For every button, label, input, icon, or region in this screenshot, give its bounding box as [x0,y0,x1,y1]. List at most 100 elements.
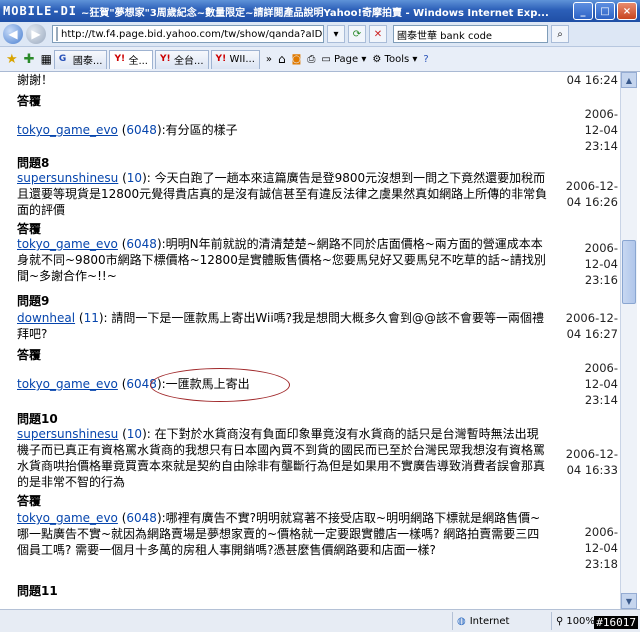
date-part: 23:16 [584,273,618,287]
answer-date: 2006- 12-04 23:16 [560,240,618,288]
refresh-icon[interactable]: ⟳ [348,25,366,43]
answer-line: tokyo_game_evo (6048):哪裡有廣告不實?明明就寫著不接受店取… [17,511,541,557]
search-input[interactable]: 國泰世華 bank code [393,25,548,43]
date-part: 23:18 [584,557,618,571]
answer-line: tokyo_game_evo (6048):有分區的樣子 [17,123,238,137]
user-rating-link[interactable]: 6048 [126,511,157,525]
answer-date: 2006- 12-04 23:18 [560,524,618,572]
answer-user-link[interactable]: tokyo_game_evo [17,511,118,525]
answer-label: 答覆 [17,494,42,508]
tab-label: 國泰... [72,56,103,67]
status-bar: ◍ Internet ⚲ 100% [0,609,640,632]
scroll-up-arrow-icon[interactable]: ▲ [621,72,637,88]
vertical-scrollbar[interactable]: ▲ ▼ [620,72,637,609]
home-icon[interactable]: ⌂ [278,52,286,66]
answer-line: tokyo_game_evo (6048):明明N年前就說的清清楚楚~網路不同於… [17,237,546,283]
tab-bar: ★ ✚ ▦ G 國泰... Y! 全... Y! 全台... Y! WII... » ⌂… [0,47,640,72]
date-part: 2006- [584,107,618,121]
question-heading: 問題8 [17,156,50,170]
date-part: 2006-12- [565,179,618,193]
user-rating-link[interactable]: 10 [127,427,142,441]
user-rating-link[interactable]: 6048 [126,237,157,251]
date-part: 2006- [584,241,618,255]
yahoo-icon: Y! [160,54,171,64]
page-menu[interactable]: ▭ Page ▾ [321,54,366,65]
date-part: 23:14 [584,139,618,153]
user-rating-link[interactable]: 6048 [126,123,157,137]
question-date: 2006-12- 04 16:33 [560,446,618,478]
tools-menu[interactable]: ⚙ Tools ▾ [372,54,417,65]
security-zone: ◍ Internet [452,612,551,630]
add-favorite-icon[interactable]: ✚ [24,52,35,67]
more-tabs-icon[interactable]: » [266,54,272,65]
print-icon[interactable]: ⎙ [307,54,315,65]
date-part: 2006-12- [565,447,618,461]
question-heading: 問題11 [17,584,58,598]
close-button[interactable]: × [617,2,637,20]
tab-3[interactable]: Y! 全台... [155,49,209,69]
forward-button[interactable]: ▶ [26,24,46,44]
window-controls: _ □ × [573,2,640,20]
prev-question-tail: 謝謝！ [17,72,615,88]
google-icon: G [58,54,67,64]
date-part: 23:14 [584,393,618,407]
answer-user-link[interactable]: tokyo_game_evo [17,377,118,391]
window-title-bar: MOBILE-DI ~狂賀"夢想家"3周歲紀念~數量限定~請詳閱產品說明Yaho… [0,0,640,22]
answer-label: 答覆 [17,222,42,236]
answer-label: 答覆 [17,348,42,362]
search-value: 國泰世華 bank code [397,30,493,42]
user-rating-link[interactable]: 11 [84,311,99,325]
globe-icon: ◍ [457,615,466,627]
date-part: 12-04 [584,541,618,555]
tab-label: WII... [229,54,255,65]
tab-label: 全... [128,56,148,67]
scroll-down-arrow-icon[interactable]: ▼ [621,593,637,609]
help-icon[interactable]: ? [423,54,428,65]
date-part: 12-04 [584,257,618,271]
question-user-link[interactable]: supersunshinesu [17,427,118,441]
address-input[interactable]: http://tw.f4.page.bid.yahoo.com/tw/show/… [52,25,324,43]
tab-4[interactable]: Y! WII... [210,49,260,69]
address-dropdown-icon[interactable]: ▾ [327,25,345,43]
back-arrow-icon: ◀ [8,27,18,41]
answer-user-link[interactable]: tokyo_game_evo [17,123,118,137]
zone-label: Internet [469,615,510,627]
answer-user-link[interactable]: tokyo_game_evo [17,237,118,251]
answer-date: 2006- 12-04 23:14 [560,106,618,154]
answer-line: tokyo_game_evo (6048):一匯款馬上寄出 [17,377,250,391]
user-rating-link[interactable]: 10 [127,171,142,185]
minimize-button[interactable]: _ [573,2,593,20]
answer-text: :有分區的樣子 [161,123,238,137]
question-heading: 問題10 [17,412,58,426]
tab-1[interactable]: G 國泰... [53,49,108,69]
date-part: 2006- [584,361,618,375]
date-part: 04 16:33 [566,463,618,477]
favorites-star-icon[interactable]: ★ [6,52,18,67]
yahoo-icon: Y! [215,54,227,64]
back-button[interactable]: ◀ [3,24,23,44]
address-bar-row: ◀ ▶ http://tw.f4.page.bid.yahoo.com/tw/s… [0,22,640,47]
search-icon[interactable]: ⌕ [551,25,569,43]
feeds-icon[interactable]: ◙ [292,54,302,65]
forward-arrow-icon: ▶ [31,27,41,41]
maximize-button[interactable]: □ [595,2,615,20]
yahoo-icon: Y! [114,54,126,64]
zoom-level: 100% [566,615,595,627]
question-date: 04 16:24 [566,73,618,87]
scroll-thumb[interactable] [622,240,636,304]
page-icon: ▭ [321,53,334,65]
question-body: supersunshinesu (10): 今天白跑了一趟本來這篇廣告是登980… [17,171,548,217]
date-part: 04 16:27 [566,327,618,341]
address-url: http://tw.f4.page.bid.yahoo.com/tw/show/… [61,28,323,40]
question-body: supersunshinesu (10): 在下對於水貨商沒有負面印象畢竟沒有水… [17,427,546,489]
stop-icon[interactable]: ✕ [369,25,387,43]
question-date: 2006-12- 04 16:26 [560,178,618,210]
tab-list-icon[interactable]: ▦ [41,52,52,66]
date-part: 2006-12- [565,311,618,325]
question-user-link[interactable]: supersunshinesu [17,171,118,185]
tab-2[interactable]: Y! 全... [109,49,153,69]
question-user-link[interactable]: downheal [17,311,75,325]
answer-label: 答覆 [17,94,42,108]
highlight-circle [150,368,290,402]
date-part: 12-04 [584,377,618,391]
